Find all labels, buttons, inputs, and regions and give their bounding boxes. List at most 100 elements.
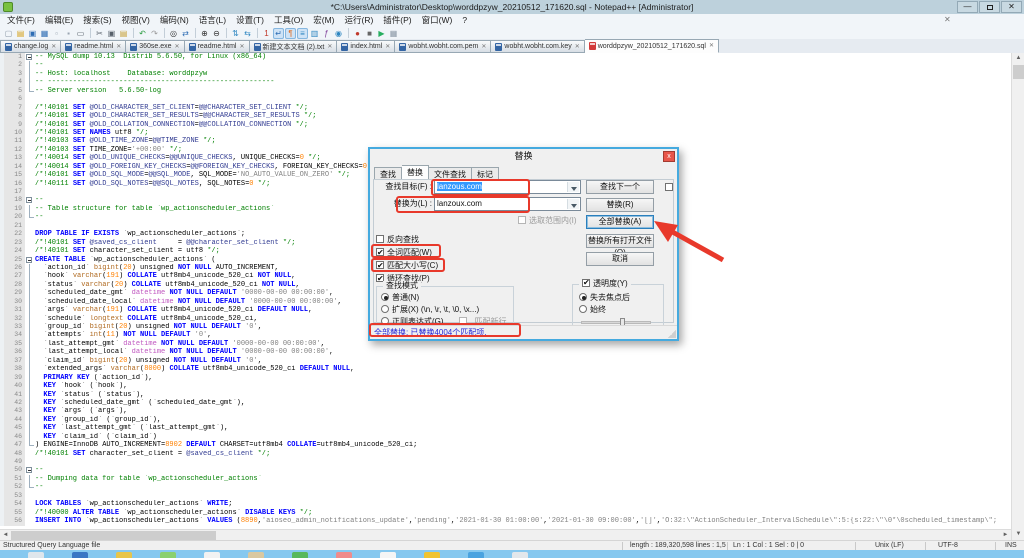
fold-margin[interactable] — [25, 399, 35, 407]
fold-margin[interactable] — [25, 70, 35, 78]
code-line[interactable]: 52-- — [0, 483, 1011, 491]
menu-item-2[interactable]: 搜索(S) — [78, 14, 116, 27]
backward-direction-checkbox[interactable]: 反向查找 — [376, 234, 419, 246]
replace-all-button[interactable]: 全部替换(A) — [586, 215, 654, 229]
tab-5[interactable]: index.html✕ — [337, 40, 395, 53]
fold-margin[interactable] — [25, 104, 35, 112]
monitoring-icon[interactable]: ◉ — [333, 28, 344, 39]
fold-margin[interactable] — [25, 53, 35, 61]
tab-close-icon[interactable]: ✕ — [481, 44, 486, 50]
fold-margin[interactable] — [25, 374, 35, 382]
code-line[interactable]: 50-- — [0, 466, 1011, 474]
code-line[interactable]: 43 KEY `args` (`args`), — [0, 407, 1011, 415]
code-line[interactable]: 7/*!40101 SET @OLD_CHARACTER_SET_CLIENT=… — [0, 104, 1011, 112]
word-wrap-icon[interactable]: ↵ — [273, 28, 284, 39]
fold-margin[interactable] — [25, 466, 35, 474]
cut-icon[interactable]: ✂ — [94, 28, 105, 39]
sync-vertical-icon[interactable]: ⇅ — [230, 28, 241, 39]
code-line[interactable]: 45 KEY `last_attempt_gmt` (`last_attempt… — [0, 424, 1011, 432]
scroll-down-icon[interactable]: ▼ — [1012, 529, 1024, 540]
find-replace-icon[interactable]: ⇄ — [180, 28, 191, 39]
taskbar-app-icon[interactable] — [28, 552, 44, 558]
fold-margin[interactable] — [25, 78, 35, 86]
zoom-out-icon[interactable]: ⊖ — [211, 28, 222, 39]
fold-margin[interactable] — [25, 492, 35, 500]
code-line[interactable]: 53 — [0, 492, 1011, 500]
code-line[interactable]: 37 `claim_id` bigint(20) unsigned NOT NU… — [0, 357, 1011, 365]
tab-3[interactable]: readme.html✕ — [185, 40, 250, 53]
vertical-scroll-thumb[interactable] — [1013, 65, 1024, 79]
horizontal-scrollbar[interactable]: ◄ ► — [0, 529, 1011, 540]
tab-close-icon[interactable]: ✕ — [116, 44, 121, 50]
code-line[interactable]: 44 KEY `group_id` (`group_id`), — [0, 416, 1011, 424]
taskbar-app-icon[interactable] — [160, 552, 176, 558]
tab-1[interactable]: readme.html✕ — [61, 40, 126, 53]
fold-margin[interactable] — [25, 87, 35, 95]
copy-icon[interactable]: ▣ — [106, 28, 117, 39]
print-icon[interactable]: ▭ — [75, 28, 86, 39]
transparency-on-lose-focus-radio[interactable]: 失去焦点后 — [579, 292, 630, 304]
zoom-in-icon[interactable]: ⊕ — [199, 28, 210, 39]
code-line[interactable]: 49 — [0, 458, 1011, 466]
open-file-icon[interactable]: ▤ — [15, 28, 26, 39]
code-line[interactable]: 10/*!40101 SET NAMES utf8 */; — [0, 129, 1011, 137]
menu-item-4[interactable]: 编码(N) — [155, 14, 194, 27]
dialog-tab-1[interactable]: 替换 — [402, 165, 429, 180]
tab-close-icon[interactable]: ✕ — [51, 44, 56, 50]
indent-guide-icon[interactable]: ≡ — [297, 28, 308, 39]
save-icon[interactable]: ▣ — [27, 28, 38, 39]
horizontal-scroll-thumb[interactable] — [11, 531, 216, 540]
fold-margin[interactable] — [25, 441, 35, 449]
fold-margin[interactable] — [25, 205, 35, 213]
taskbar-app-icon[interactable] — [424, 552, 440, 558]
code-line[interactable]: 3-- Host: localhost Database: worddpzyw — [0, 70, 1011, 78]
menu-item-7[interactable]: 工具(O) — [269, 14, 308, 27]
code-line[interactable]: 48/*!40101 SET character_set_client = @s… — [0, 450, 1011, 458]
tab-close-icon[interactable]: ✕ — [575, 44, 580, 50]
fold-margin[interactable] — [25, 382, 35, 390]
taskbar-app-icon[interactable] — [512, 552, 528, 558]
fold-margin[interactable] — [25, 483, 35, 491]
menu-item-0[interactable]: 文件(F) — [2, 14, 40, 27]
tab-close-icon[interactable]: ✕ — [239, 44, 244, 50]
find-extra-checkbox[interactable] — [665, 183, 673, 191]
taskbar-app-icon[interactable] — [116, 552, 132, 558]
menubar-close-icon[interactable]: ✕ — [944, 15, 951, 24]
fold-margin[interactable] — [25, 500, 35, 508]
fold-margin[interactable] — [25, 180, 35, 188]
find-icon[interactable]: ◎ — [168, 28, 179, 39]
taskbar-app-icon[interactable] — [292, 552, 308, 558]
fold-margin[interactable] — [25, 450, 35, 458]
replace-all-open-files-button[interactable]: 替换所有打开文件(O) — [586, 234, 654, 248]
dialog-close-icon[interactable]: x — [663, 151, 675, 162]
code-line[interactable]: 46 KEY `claim_id` (`claim_id`) — [0, 433, 1011, 441]
fold-margin[interactable] — [25, 424, 35, 432]
fold-margin[interactable] — [25, 475, 35, 483]
fold-collapse-icon[interactable] — [26, 197, 32, 203]
search-mode-normal-radio[interactable]: 普通(N) — [381, 292, 419, 304]
fold-margin[interactable] — [25, 517, 35, 525]
macro-record-icon[interactable]: ● — [352, 28, 363, 39]
code-line[interactable]: 38 `extended_args` varchar(8000) COLLATE… — [0, 365, 1011, 373]
fold-margin[interactable] — [25, 416, 35, 424]
fold-margin[interactable] — [25, 222, 35, 230]
minimize-icon[interactable]: — — [957, 1, 978, 13]
taskbar-app-icon[interactable] — [248, 552, 264, 558]
code-line[interactable]: 4-- ------------------------------------… — [0, 78, 1011, 86]
in-selection-checkbox[interactable]: 选取范围内(I) — [518, 215, 577, 227]
function-list-icon[interactable]: ƒ — [321, 28, 332, 39]
fold-margin[interactable] — [25, 247, 35, 255]
fold-margin[interactable] — [25, 213, 35, 221]
macro-stop-icon[interactable]: ■ — [364, 28, 375, 39]
taskbar-app-icon[interactable] — [380, 552, 396, 558]
tab-7[interactable]: wobht.wobht.com.key✕ — [491, 40, 584, 53]
tab-4[interactable]: 新建文本文档 (2).txt✕ — [250, 40, 338, 53]
tab-close-icon[interactable]: ✕ — [385, 44, 390, 50]
replace-button[interactable]: 替换(R) — [586, 198, 654, 212]
vertical-scrollbar[interactable]: ▲ ▼ — [1011, 53, 1024, 540]
tab-0[interactable]: change.log✕ — [0, 40, 61, 53]
tab-close-icon[interactable]: ✕ — [327, 44, 332, 50]
fold-margin[interactable] — [25, 306, 35, 314]
menu-item-8[interactable]: 宏(M) — [308, 14, 339, 27]
menu-item-12[interactable]: ? — [457, 14, 472, 27]
